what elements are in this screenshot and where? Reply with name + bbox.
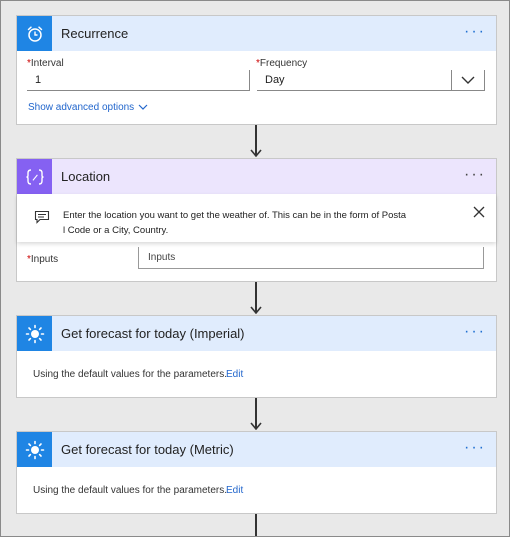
- recurrence-header[interactable]: Recurrence ···: [17, 16, 496, 51]
- forecast-imperial-edit-link[interactable]: Edit: [226, 369, 243, 380]
- interval-label-text: Interval: [30, 58, 64, 69]
- connector-arrow-icon: [250, 149, 262, 157]
- connector-arrow-icon: [250, 422, 262, 430]
- frequency-label-text: Frequency: [259, 58, 308, 69]
- sun-icon: [25, 324, 44, 343]
- alarm-clock-icon: [27, 25, 42, 42]
- frequency-dropdown-box[interactable]: [451, 70, 485, 91]
- location-header[interactable]: Location ···: [17, 159, 496, 194]
- location-description-line1: Enter the location you want to get the w…: [63, 210, 407, 221]
- location-icon-box: [17, 159, 52, 194]
- frequency-label: *Frequency: [256, 58, 308, 69]
- frequency-select[interactable]: Day: [257, 70, 485, 91]
- inputs-label: *Inputs: [27, 254, 59, 265]
- connector-line: [255, 514, 257, 536]
- forecast-metric-edit-link[interactable]: Edit: [226, 485, 243, 496]
- location-description-panel: Enter the location you want to get the w…: [17, 194, 496, 242]
- forecast-metric-title: Get forecast for today (Metric): [61, 442, 234, 457]
- forecast-imperial-description: Using the default values for the paramet…: [33, 369, 227, 380]
- connector-arrow-icon: [250, 306, 262, 314]
- recurrence-icon-box: [17, 16, 52, 51]
- recurrence-title: Recurrence: [61, 26, 129, 41]
- location-card: Location ··· Enter the location you want…: [16, 158, 497, 282]
- forecast-imperial-title: Get forecast for today (Imperial): [61, 326, 245, 341]
- inputs-field[interactable]: Inputs: [138, 247, 484, 269]
- forecast-metric-more-button[interactable]: ···: [464, 440, 486, 456]
- location-more-button[interactable]: ···: [464, 167, 486, 183]
- forecast-metric-icon-box: [17, 432, 52, 467]
- forecast-imperial-more-button[interactable]: ···: [464, 324, 486, 340]
- sun-icon: [25, 440, 44, 459]
- chevron-down-icon: [461, 76, 475, 84]
- forecast-imperial-header[interactable]: Get forecast for today (Imperial) ···: [17, 316, 496, 351]
- frequency-value: Day: [265, 74, 285, 86]
- show-advanced-options-text: Show advanced options: [28, 102, 135, 113]
- forecast-metric-header[interactable]: Get forecast for today (Metric) ···: [17, 432, 496, 467]
- forecast-imperial-card: Get forecast for today (Imperial) ··· Us…: [16, 315, 497, 398]
- forecast-metric-card: Get forecast for today (Metric) ··· Usin…: [16, 431, 497, 514]
- forecast-imperial-icon-box: [17, 316, 52, 351]
- curly-brace-icon: [25, 168, 44, 185]
- interval-input[interactable]: [27, 70, 250, 91]
- recurrence-card: Recurrence ··· *Interval *Frequency Day …: [16, 15, 497, 125]
- forecast-metric-description: Using the default values for the paramet…: [33, 485, 227, 496]
- chevron-down-icon: [138, 104, 148, 110]
- close-icon[interactable]: [473, 206, 485, 218]
- inputs-placeholder: Inputs: [148, 252, 176, 263]
- interval-label: *Interval: [27, 58, 64, 69]
- inputs-label-text: Inputs: [30, 254, 59, 265]
- show-advanced-options-link[interactable]: Show advanced options: [28, 102, 148, 113]
- recurrence-more-button[interactable]: ···: [464, 24, 486, 40]
- comment-icon: [34, 210, 50, 224]
- location-description-line2: l Code or a City, Country.: [63, 225, 169, 236]
- location-title: Location: [61, 169, 111, 184]
